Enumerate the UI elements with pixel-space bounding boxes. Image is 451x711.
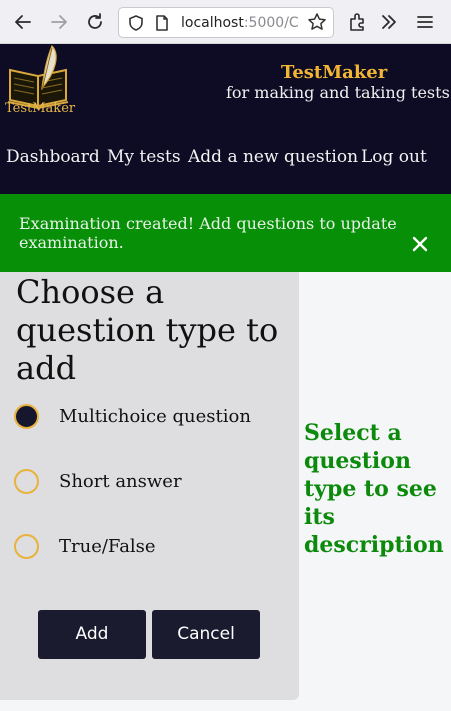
- nav-link-my-tests[interactable]: My tests: [107, 147, 181, 167]
- radio-multichoice[interactable]: [14, 404, 39, 429]
- reload-icon[interactable]: [84, 11, 106, 33]
- close-icon[interactable]: [412, 236, 428, 256]
- back-arrow-icon[interactable]: [12, 11, 34, 33]
- url-path: :5000/Cł: [243, 15, 299, 31]
- flash-text: Examination created! Add questions to up…: [19, 214, 397, 252]
- browser-toolbar: localhost:5000/Cł: [0, 0, 451, 44]
- option-label: Multichoice question: [59, 406, 251, 427]
- site-title: TestMaker: [281, 62, 388, 83]
- nav-link-log-out[interactable]: Log out: [361, 147, 427, 167]
- flash-message: Examination created! Add questions to up…: [0, 194, 451, 272]
- url-bar[interactable]: localhost:5000/Cł: [118, 7, 334, 38]
- url-host: localhost: [181, 15, 244, 31]
- menu-icon[interactable]: [414, 11, 436, 33]
- nav-link-add-question[interactable]: Add a new question: [188, 147, 358, 167]
- add-button[interactable]: Add: [38, 610, 146, 659]
- question-type-description: Select a question type to see its descri…: [304, 420, 444, 558]
- extensions-icon[interactable]: [346, 11, 368, 33]
- option-true-false[interactable]: True/False: [14, 534, 284, 560]
- option-label: Short answer: [59, 471, 182, 492]
- overflow-chevron-icon[interactable]: [378, 11, 400, 33]
- url-text: localhost:5000/Cł: [181, 15, 299, 31]
- shield-icon[interactable]: [127, 14, 145, 32]
- option-short-answer[interactable]: Short answer: [14, 469, 284, 495]
- page-icon[interactable]: [153, 14, 171, 32]
- option-label: True/False: [59, 536, 156, 557]
- radio-true-false[interactable]: [14, 534, 39, 559]
- page-title: Choose a question type to add: [16, 273, 279, 387]
- radio-short-answer[interactable]: [14, 469, 39, 494]
- forward-arrow-icon[interactable]: [48, 11, 70, 33]
- star-icon[interactable]: [307, 12, 327, 37]
- cancel-button[interactable]: Cancel: [152, 610, 260, 659]
- option-multichoice[interactable]: Multichoice question: [14, 404, 284, 430]
- nav-link-dashboard[interactable]: Dashboard: [6, 147, 100, 167]
- site-subtitle: for making and taking tests: [226, 83, 450, 102]
- logo-text: TestMaker: [5, 101, 76, 116]
- site-header: TestMaker TestMaker for making and takin…: [0, 44, 451, 194]
